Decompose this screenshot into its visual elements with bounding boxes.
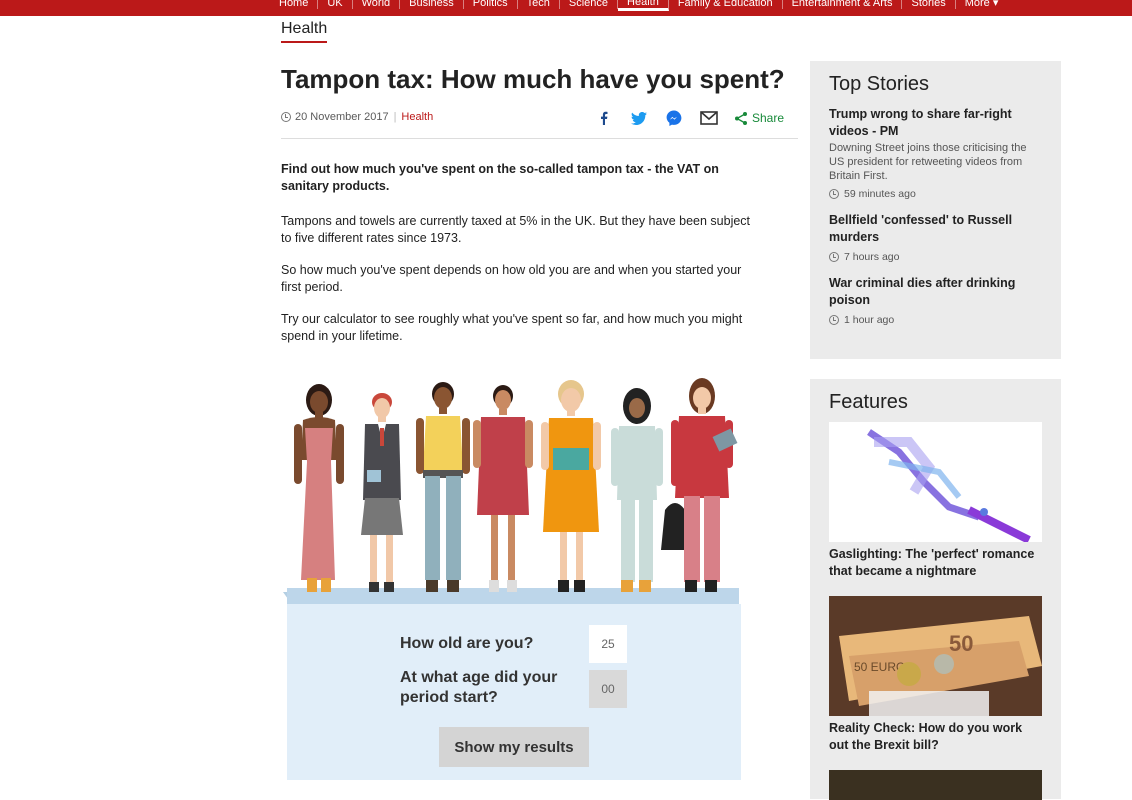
article-date: 20 November 2017 <box>295 111 389 123</box>
nav-item-entertainment-arts[interactable]: Entertainment & Arts <box>783 0 903 9</box>
clock-icon <box>829 315 839 325</box>
story-time: 7 hours ago <box>829 251 1042 263</box>
age-question-label: How old are you? <box>400 635 534 652</box>
article-paragraph: Try our calculator to see roughly what y… <box>281 312 743 343</box>
nav-item-stories[interactable]: Stories <box>902 0 956 9</box>
divider <box>281 138 798 139</box>
nav-item-family-education[interactable]: Family & Education <box>669 0 783 9</box>
top-story-item[interactable]: Bellfield 'confessed' to Russell murders… <box>829 212 1042 263</box>
clock-icon <box>281 112 291 122</box>
story-title[interactable]: Bellfield 'confessed' to Russell murders <box>829 212 1042 246</box>
email-icon[interactable] <box>700 109 718 127</box>
story-summary: Downing Street joins those criticising t… <box>829 142 1027 182</box>
section-title[interactable]: Health <box>281 20 328 43</box>
clock-icon <box>829 189 839 199</box>
figure-woman-7 <box>661 378 738 592</box>
figure-woman-5 <box>541 380 601 592</box>
nav-item-tech[interactable]: Tech <box>518 0 560 9</box>
article-paragraph: So how much you've spent depends on how … <box>281 263 742 294</box>
top-stories-heading: Top Stories <box>829 73 930 95</box>
age-input[interactable]: 25 <box>589 625 627 663</box>
top-navigation-bar: Home UK World Business Politics Tech Science He… <box>0 0 1132 16</box>
figure-woman-4 <box>473 385 533 592</box>
feature-caption[interactable]: Reality Check: How do you work out the B… <box>829 720 1042 754</box>
facebook-icon[interactable] <box>595 109 613 127</box>
top-story-item[interactable]: Trump wrong to share far-right videos - … <box>829 106 1042 200</box>
nav-item-business[interactable]: Business <box>400 0 464 9</box>
share-button[interactable]: Share <box>735 111 784 125</box>
feature-caption[interactable]: Gaslighting: The 'perfect' romance that … <box>829 546 1042 580</box>
top-stories-panel: Top Stories Trump wrong to share far-rig… <box>810 61 1061 359</box>
top-story-item[interactable]: War criminal dies after drinking poison … <box>829 275 1042 326</box>
twitter-icon[interactable] <box>630 109 648 127</box>
story-title[interactable]: War criminal dies after drinking poison <box>829 275 1042 309</box>
features-panel: Features Gaslighting: The 'perfect' roma… <box>810 379 1061 800</box>
feature-image-third[interactable] <box>829 770 1042 800</box>
story-time: 59 minutes ago <box>829 188 1042 200</box>
period-age-input[interactable]: 00 <box>589 670 627 708</box>
feature-image-brexit-bill[interactable]: 50 50 EURO <box>829 596 1042 716</box>
meta-separator: | <box>393 111 397 123</box>
nav-item-world[interactable]: World <box>353 0 401 9</box>
svg-text:50: 50 <box>949 631 973 656</box>
article-intro: Find out how much you've spent on the so… <box>281 162 719 193</box>
tampon-tax-calculator: How old are you? 25 At what age did your… <box>287 604 741 780</box>
feature-image-gaslighting[interactable] <box>829 422 1042 542</box>
figure-woman-2 <box>361 393 403 592</box>
article-category-link[interactable]: Health <box>401 111 433 123</box>
share-label: Share <box>752 111 785 125</box>
figure-woman-1 <box>294 384 344 592</box>
nav-items: Home UK World Business Politics Tech Science He… <box>270 0 1007 11</box>
nav-item-home[interactable]: Home <box>270 0 319 9</box>
women-illustration <box>283 378 739 606</box>
period-question-label: At what age did your period start? <box>400 669 558 706</box>
nav-item-health[interactable]: Health <box>618 0 669 11</box>
nav-item-science[interactable]: Science <box>560 0 619 9</box>
figure-woman-3 <box>416 382 470 592</box>
share-tools: Share <box>595 109 784 127</box>
story-time: 1 hour ago <box>829 314 1042 326</box>
show-results-button[interactable]: Show my results <box>439 727 589 767</box>
clock-icon <box>829 252 839 262</box>
nav-item-more[interactable]: More ▾ <box>956 0 1008 9</box>
figure-woman-6 <box>611 388 663 592</box>
share-icon <box>735 111 747 125</box>
article-title: Tampon tax: How much have you spent? <box>281 64 785 94</box>
nav-item-uk[interactable]: UK <box>318 0 353 9</box>
story-title[interactable]: Trump wrong to share far-right videos - … <box>829 106 1042 140</box>
article-paragraph: Tampons and towels are currently taxed a… <box>281 214 751 245</box>
features-heading: Features <box>829 391 908 413</box>
article-meta: 20 November 2017 | Health <box>281 111 433 123</box>
messenger-icon[interactable] <box>665 109 683 127</box>
nav-item-politics[interactable]: Politics <box>464 0 518 9</box>
